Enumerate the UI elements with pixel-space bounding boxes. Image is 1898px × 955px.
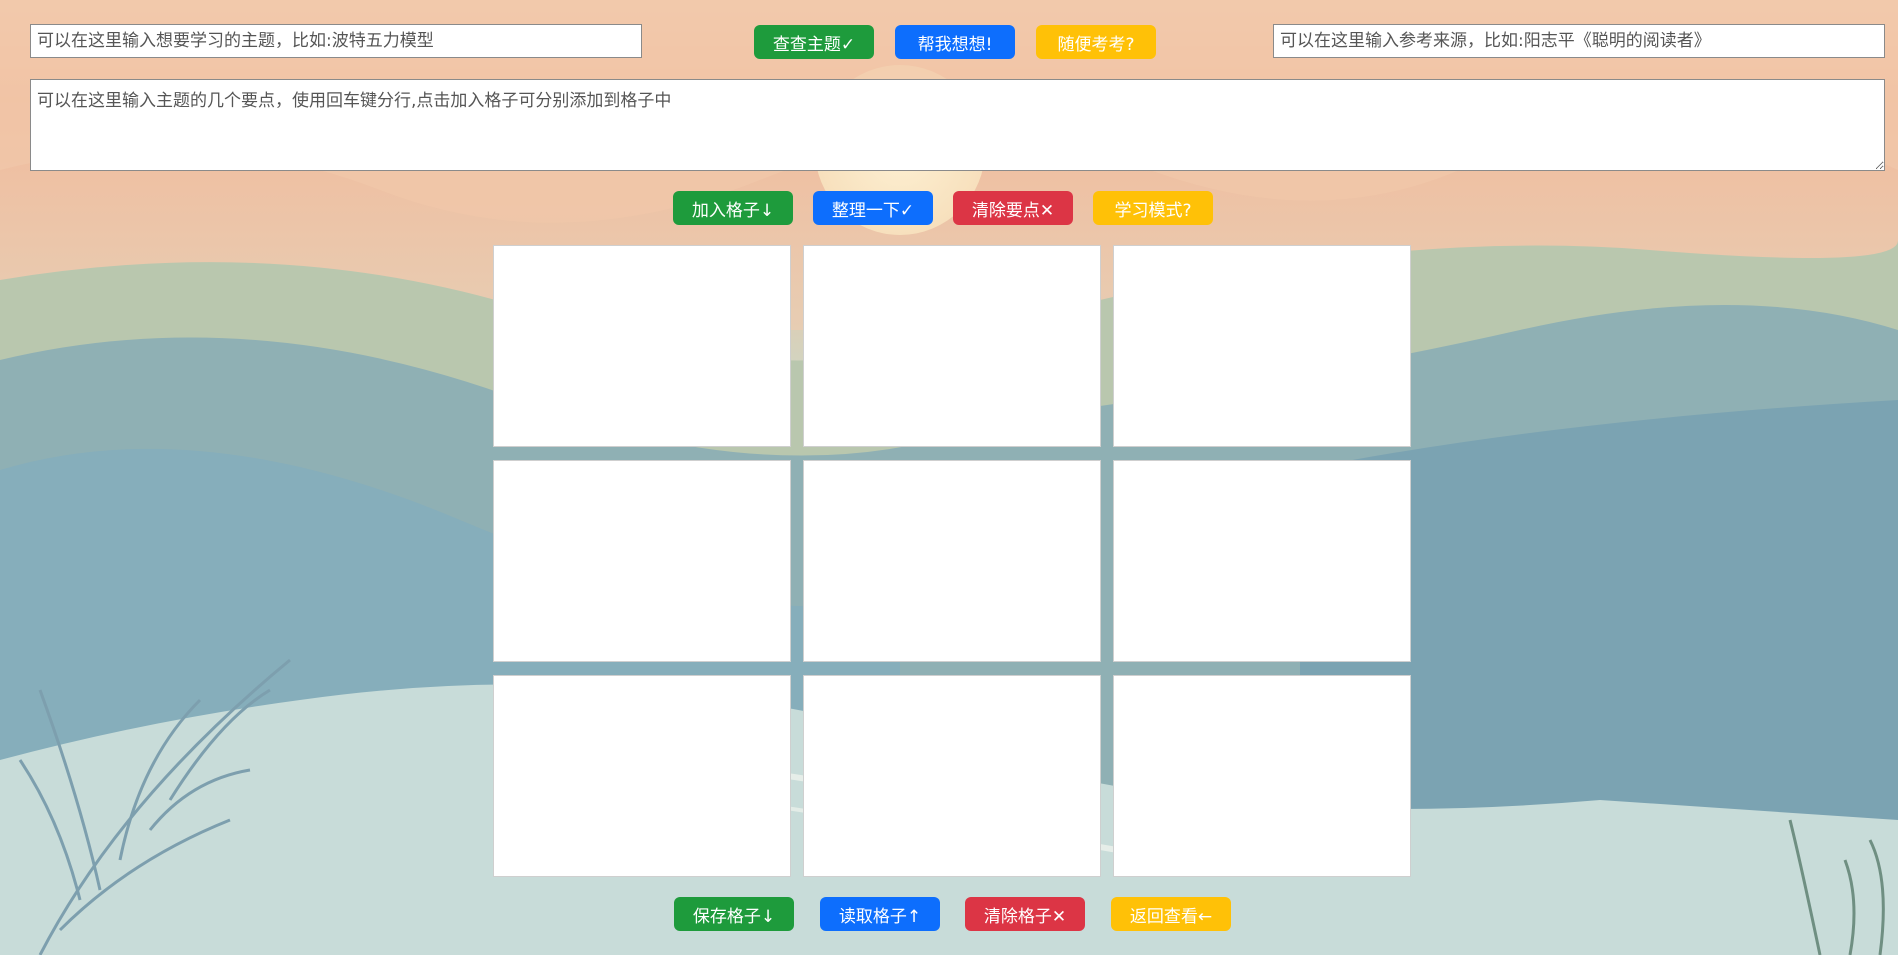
grid-cell-9[interactable]: [1113, 675, 1411, 877]
clear-grid-button[interactable]: 清除格子✕: [965, 897, 1085, 931]
add-to-grid-button[interactable]: 加入格子↓: [673, 191, 793, 225]
grid-cell-8[interactable]: [803, 675, 1101, 877]
grid-cell-6[interactable]: [1113, 460, 1411, 662]
grid-cell-5[interactable]: [803, 460, 1101, 662]
check-topic-button[interactable]: 查查主题✓: [754, 25, 874, 59]
grid-cell-2[interactable]: [803, 245, 1101, 447]
grid-cell-4[interactable]: [493, 460, 791, 662]
organize-button[interactable]: 整理一下✓: [813, 191, 933, 225]
grid-cell-3[interactable]: [1113, 245, 1411, 447]
back-view-button[interactable]: 返回查看←: [1111, 897, 1231, 931]
nine-grid: [493, 245, 1413, 877]
help-think-button[interactable]: 帮我想想!: [895, 25, 1015, 59]
load-grid-button[interactable]: 读取格子↑: [820, 897, 940, 931]
clear-points-button[interactable]: 清除要点✕: [953, 191, 1073, 225]
save-grid-button[interactable]: 保存格子↓: [674, 897, 794, 931]
study-mode-button[interactable]: 学习模式?: [1093, 191, 1213, 225]
topic-input[interactable]: [30, 24, 642, 58]
grid-cell-7[interactable]: [493, 675, 791, 877]
random-quiz-button[interactable]: 随便考考?: [1036, 25, 1156, 59]
source-input[interactable]: [1273, 24, 1885, 58]
grid-cell-1[interactable]: [493, 245, 791, 447]
key-points-textarea[interactable]: [30, 79, 1885, 171]
